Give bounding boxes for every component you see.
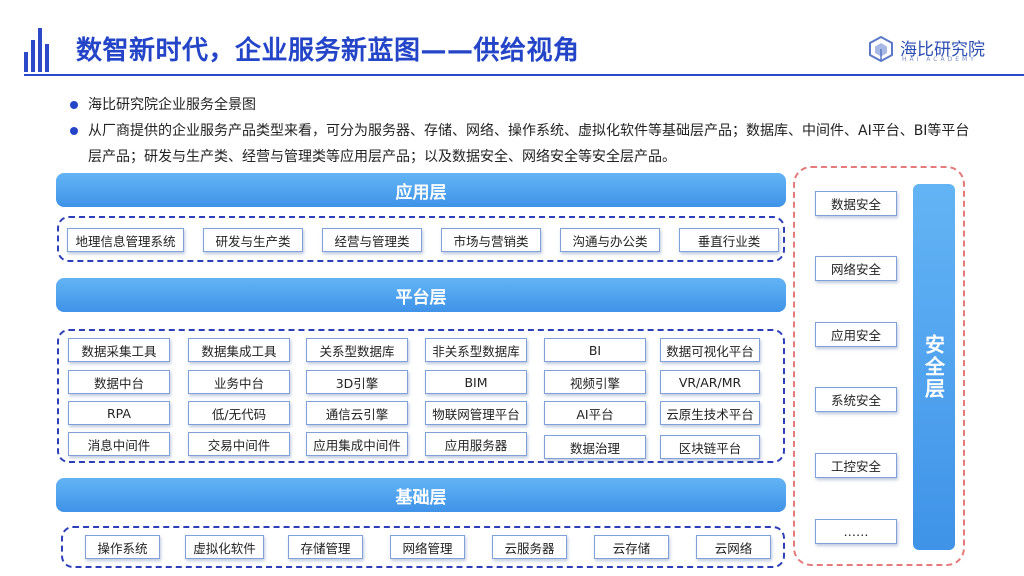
platform-item: 关系型数据库 (306, 338, 408, 362)
security-item: 工控安全 (815, 453, 897, 478)
platform-item: 数据集成工具 (188, 338, 290, 362)
infrastructure-item: 存储管理 (288, 535, 363, 559)
platform-item: 通信云引擎 (306, 401, 408, 425)
platform-layer-bar: 平台层 (56, 278, 786, 312)
application-item: 经营与管理类 (322, 228, 422, 252)
platform-item: 应用服务器 (425, 432, 527, 456)
security-item: 数据安全 (815, 191, 897, 216)
application-item: 地理信息管理系统 (67, 228, 184, 252)
header-decoration (24, 24, 50, 72)
security-layer-label: 安全层 (921, 334, 946, 400)
platform-item: 非关系型数据库 (425, 338, 527, 362)
application-item: 垂直行业类 (679, 228, 779, 252)
header-divider (24, 74, 1024, 76)
logo-cube-icon (869, 36, 893, 62)
page-title: 数智新时代，企业服务新蓝图——供给视角 (76, 36, 580, 66)
bullet-text: 从厂商提供的企业服务产品类型来看，可分为服务器、存储、网络、操作系统、虚拟化软件… (88, 123, 970, 165)
platform-item: 数据采集工具 (68, 338, 170, 362)
logo-subtitle: HAI ACADEMY (902, 56, 977, 63)
platform-item: 物联网管理平台 (425, 401, 527, 425)
platform-item: 消息中间件 (68, 432, 170, 456)
platform-item: 数据治理 (544, 435, 646, 459)
bullet-text: 海比研究院企业服务全景图 (88, 97, 256, 113)
platform-item: 区块链平台 (660, 435, 760, 459)
security-item: …… (815, 519, 897, 544)
infrastructure-layer-bar: 基础层 (56, 478, 786, 512)
platform-item: 业务中台 (188, 370, 290, 394)
platform-item: 应用集成中间件 (306, 432, 408, 456)
platform-item: 云原生技术平台 (660, 401, 760, 425)
bullet-dot (70, 101, 78, 109)
infrastructure-item: 虚拟化软件 (185, 535, 264, 559)
bullet-dot (70, 127, 78, 135)
infrastructure-item: 云网络 (696, 535, 771, 559)
infrastructure-item: 云存储 (594, 535, 669, 559)
application-item: 沟通与办公类 (560, 228, 660, 252)
infrastructure-item: 云服务器 (492, 535, 567, 559)
platform-item: AI平台 (544, 401, 646, 425)
platform-item: 数据中台 (68, 370, 170, 394)
platform-item: 低/无代码 (188, 401, 290, 425)
bullet-item: 海比研究院企业服务全景图 (70, 92, 970, 118)
infrastructure-item: 网络管理 (390, 535, 465, 559)
security-item: 系统安全 (815, 387, 897, 412)
application-item: 市场与营销类 (441, 228, 541, 252)
platform-item: 数据可视化平台 (660, 338, 760, 362)
application-item: 研发与生产类 (203, 228, 303, 252)
platform-item: VR/AR/MR (660, 370, 760, 394)
platform-item: BIM (425, 370, 527, 394)
bullet-item: 从厂商提供的企业服务产品类型来看，可分为服务器、存储、网络、操作系统、虚拟化软件… (70, 118, 970, 170)
application-layer-bar: 应用层 (56, 173, 786, 207)
platform-item: BI (544, 338, 646, 362)
logo: 海比研究院 HAI ACADEMY (868, 34, 1008, 66)
platform-item: 视频引擎 (544, 370, 646, 394)
security-layer-bar: 安全层 (913, 184, 955, 550)
infrastructure-item: 操作系统 (85, 535, 160, 559)
platform-item: RPA (68, 401, 170, 425)
platform-item: 交易中间件 (188, 432, 290, 456)
security-item: 应用安全 (815, 322, 897, 347)
security-item: 网络安全 (815, 256, 897, 281)
platform-item: 3D引擎 (306, 370, 408, 394)
